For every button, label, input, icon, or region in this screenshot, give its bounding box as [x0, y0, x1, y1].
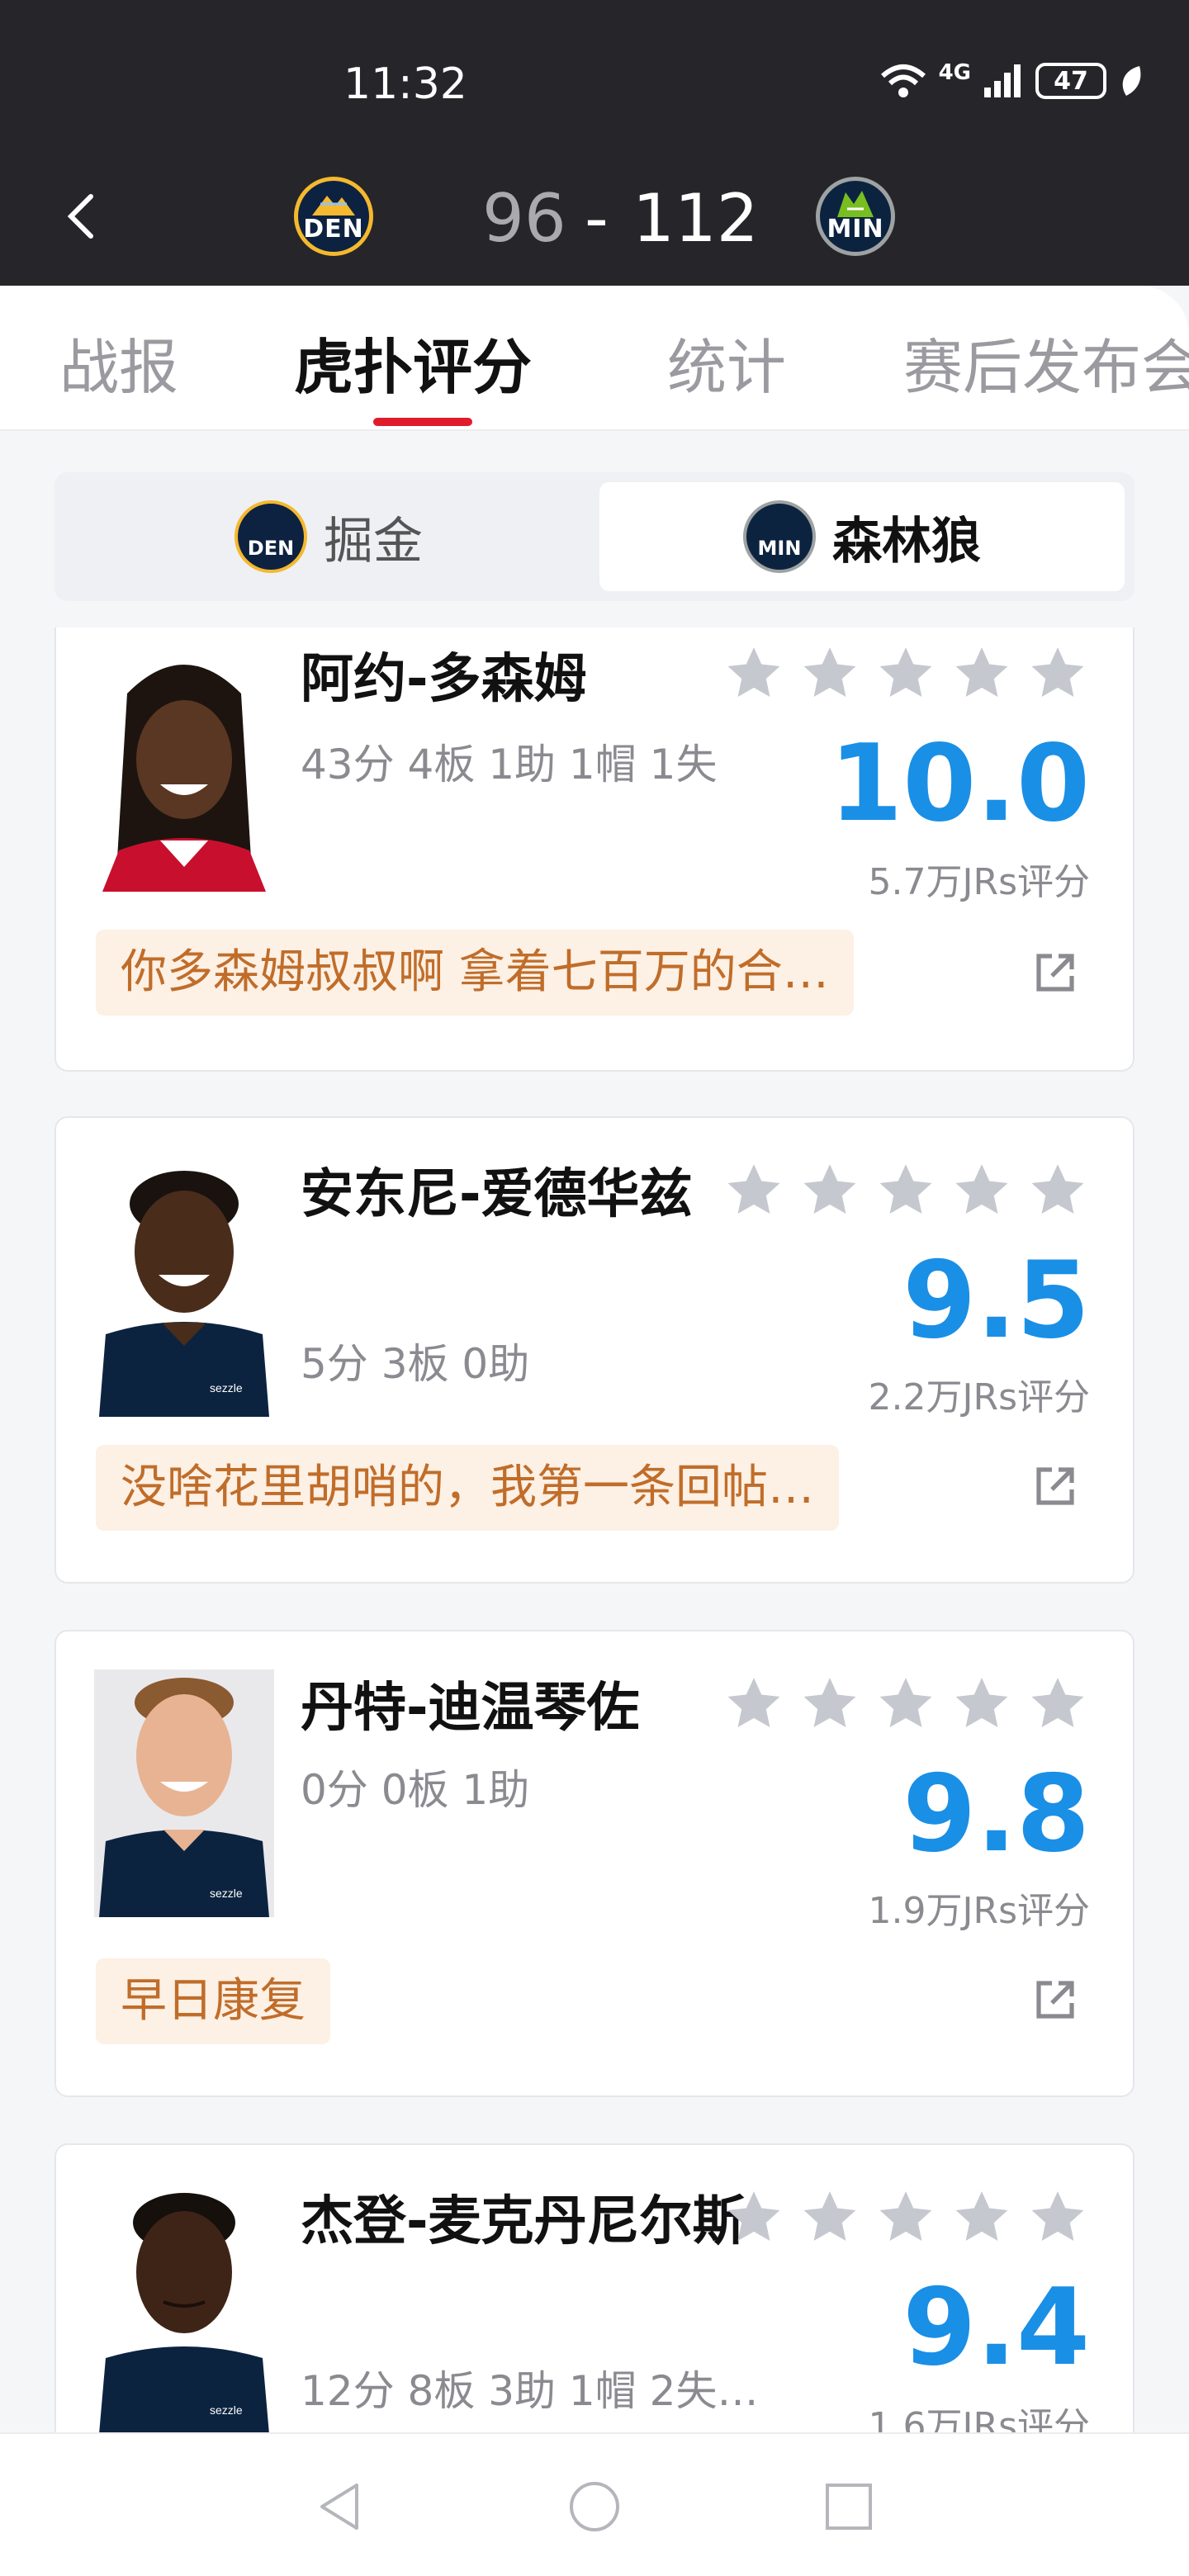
min-logo-small: MIN [743, 500, 816, 573]
player-stats: 0分 0板 1助 [301, 1766, 530, 1814]
external-link-icon[interactable] [1032, 1463, 1078, 1509]
rating-count: 5.7万JRs评分 [868, 861, 1090, 903]
star-icon[interactable] [798, 1159, 862, 1220]
player-name: 杰登-麦克丹尼尔斯 [301, 2191, 746, 2252]
player-card[interactable]: 阿约-多森姆 43分 4板 1助 1帽 1失 10.0 5.7万JRs评分 你多… [54, 627, 1135, 1072]
top-header: 11:32 4G 47 DEN 96 - 112 MIN [0, 0, 1189, 286]
svg-text:sezzle: sezzle [210, 1381, 243, 1395]
star-icon[interactable] [1026, 642, 1090, 703]
player-rating: 9.5 [902, 1239, 1090, 1362]
external-link-icon[interactable] [1032, 1977, 1078, 2023]
star-icon[interactable] [722, 642, 786, 703]
rating-count: 1.9万JRs评分 [868, 1890, 1090, 1932]
star-icon[interactable] [950, 1673, 1014, 1734]
player-photo: sezzle [94, 1169, 274, 1417]
rating-stars[interactable] [722, 2186, 1090, 2247]
tab-report[interactable]: 战报 [59, 319, 178, 405]
star-icon[interactable] [1026, 1159, 1090, 1220]
team-toggle-den[interactable]: DEN 掘金 [64, 482, 593, 591]
star-icon[interactable] [722, 2186, 786, 2247]
tab-bar: 战报 虎扑评分 统计 赛后发布会 [0, 286, 1189, 431]
player-stats: 12分 8板 3助 1帽 2失… [301, 2367, 759, 2415]
wolf-icon [837, 191, 874, 217]
top-comment[interactable]: 早日康复 [96, 1958, 330, 2044]
wifi-icon [880, 64, 926, 97]
status-time: 11:32 [343, 59, 467, 109]
leaf-icon [1122, 66, 1141, 96]
score-separator: - [585, 180, 609, 257]
player-name: 阿约-多森姆 [301, 649, 587, 710]
star-icon[interactable] [1026, 1673, 1090, 1734]
team-toggle-min-label: 森林狼 [832, 512, 981, 571]
away-score: 96 [482, 180, 566, 257]
star-icon[interactable] [950, 642, 1014, 703]
rating-stars[interactable] [722, 1673, 1090, 1734]
home-score: 112 [632, 180, 759, 257]
star-icon[interactable] [950, 2186, 1014, 2247]
network-label: 4G [938, 60, 971, 85]
star-icon[interactable] [722, 1673, 786, 1734]
team-toggle-den-label: 掘金 [324, 512, 423, 571]
status-icons: 4G 47 [879, 60, 1143, 99]
rating-stars[interactable] [722, 1159, 1090, 1220]
star-icon[interactable] [722, 1159, 786, 1220]
external-link-icon[interactable] [1032, 949, 1078, 996]
tab-stats[interactable]: 统计 [667, 319, 786, 405]
battery-icon: 47 [1035, 63, 1106, 99]
min-logo[interactable]: MIN [816, 177, 895, 256]
star-icon[interactable] [798, 642, 862, 703]
player-name: 丹特-迪温琴佐 [301, 1678, 640, 1739]
player-stats: 5分 3板 0助 [301, 1340, 530, 1388]
signal-icon [984, 64, 1021, 97]
player-name: 安东尼-爱德华兹 [301, 1164, 693, 1225]
rating-stars[interactable] [722, 642, 1090, 703]
den-abbr-small: DEN [247, 537, 295, 560]
player-card[interactable]: sezzle 杰登-麦克丹尼尔斯 12分 8板 3助 1帽 2失… 9.4 1.… [54, 2143, 1135, 2441]
nav-home-icon[interactable] [568, 2480, 621, 2533]
player-photo [94, 644, 274, 892]
min-abbr-small: MIN [757, 537, 802, 560]
star-icon[interactable] [798, 1673, 862, 1734]
player-card[interactable]: sezzle 丹特-迪温琴佐 0分 0板 1助 9.8 1.9万JRs评分 早日… [54, 1630, 1135, 2097]
svg-text:sezzle: sezzle [210, 2403, 243, 2417]
nav-back-icon[interactable] [315, 2480, 365, 2533]
team-switch: DEN 掘金 MIN 森林狼 [54, 472, 1135, 601]
player-rating: 9.4 [902, 2266, 1090, 2389]
top-comment[interactable]: 没啥花里胡哨的，我第一条回帖… [96, 1445, 839, 1531]
active-tab-indicator [373, 418, 472, 426]
nav-recents-icon[interactable] [824, 2480, 874, 2533]
mountain-icon [312, 196, 355, 215]
star-icon[interactable] [798, 2186, 862, 2247]
battery-level: 47 [1054, 66, 1088, 96]
team-toggle-min[interactable]: MIN 森林狼 [599, 482, 1125, 591]
player-stats: 43分 4板 1助 1帽 1失 [301, 741, 718, 788]
star-icon[interactable] [950, 1159, 1014, 1220]
system-navigation-bar [0, 2432, 1189, 2576]
star-icon[interactable] [874, 642, 938, 703]
player-rating: 10.0 [829, 722, 1090, 845]
den-logo[interactable]: DEN [294, 177, 373, 256]
svg-text:sezzle: sezzle [210, 1887, 243, 1900]
player-card[interactable]: sezzle 安东尼-爱德华兹 5分 3板 0助 9.5 2.2万JRs评分 没… [54, 1116, 1135, 1584]
star-icon[interactable] [1026, 2186, 1090, 2247]
den-logo-small: DEN [234, 500, 307, 573]
player-photo: sezzle [94, 1669, 274, 1917]
tab-press-conference[interactable]: 赛后发布会 [903, 319, 1189, 405]
top-comment[interactable]: 你多森姆叔叔啊 拿着七百万的合… [96, 930, 854, 1016]
tab-hupu-rating[interactable]: 虎扑评分 [294, 319, 532, 405]
rating-count: 2.2万JRs评分 [868, 1376, 1090, 1418]
star-icon[interactable] [874, 1673, 938, 1734]
star-icon[interactable] [874, 2186, 938, 2247]
chevron-left-icon[interactable] [64, 192, 97, 241]
player-rating: 9.8 [902, 1753, 1090, 1876]
star-icon[interactable] [874, 1159, 938, 1220]
player-photo: sezzle [94, 2186, 274, 2434]
